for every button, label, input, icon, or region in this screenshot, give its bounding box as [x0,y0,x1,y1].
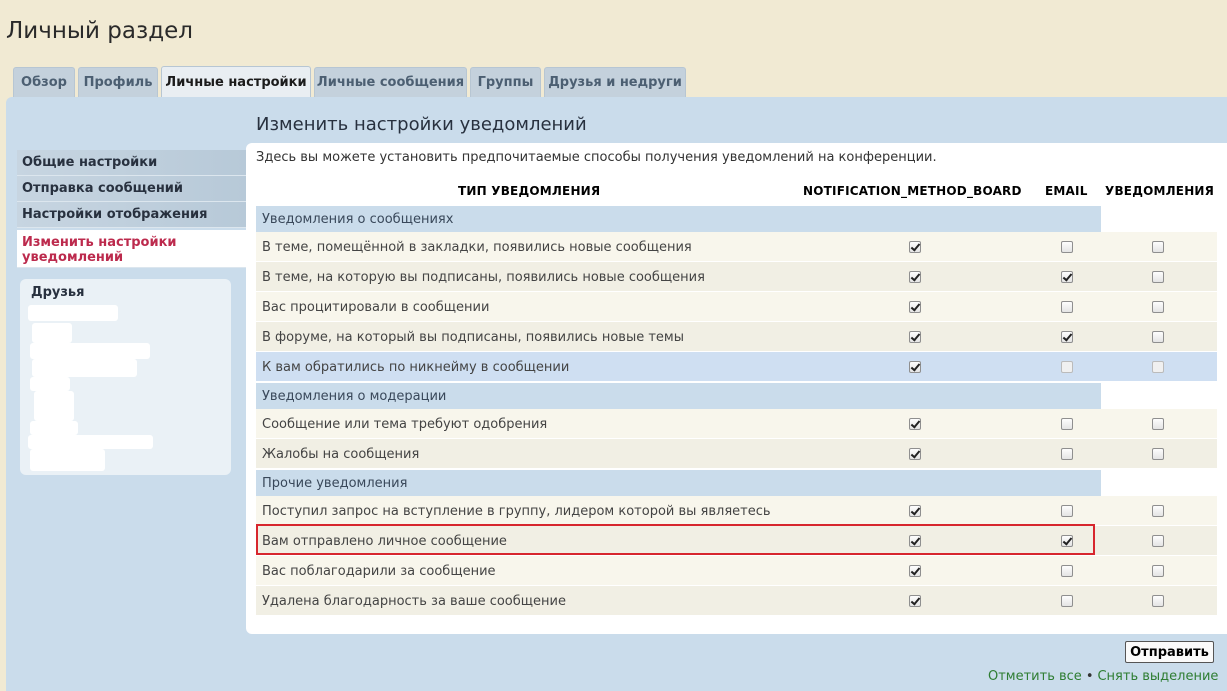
table-row: Поступил запрос на вступление в группу, … [256,496,1217,526]
tab-friends-foes[interactable]: Друзья и недруги [544,67,686,97]
table-row: К вам обратились по никнейму в сообщении [256,352,1217,382]
redacted-friend [32,323,72,343]
board-checkbox[interactable] [909,271,921,283]
board-checkbox[interactable] [909,448,921,460]
email-checkbox[interactable] [1061,448,1073,460]
redacted-friend [30,377,70,391]
board-checkbox[interactable] [909,361,921,373]
table-row: Жалобы на сообщения [256,439,1217,469]
board-checkbox[interactable] [909,565,921,577]
email-checkbox[interactable] [1061,301,1073,313]
redacted-friend [30,449,105,471]
group-header-spacer [1101,470,1217,496]
notify-checkbox[interactable] [1152,271,1164,283]
group-header: Уведомления о модерации [256,383,1101,409]
redacted-friend [28,305,118,321]
board-checkbox[interactable] [909,301,921,313]
notify-checkbox[interactable] [1152,595,1164,607]
header-board: NOTIFICATION_METHOD_BOARD [803,184,1022,198]
redacted-friend [30,343,150,359]
table-row: В форуме, на который вы подписаны, появи… [256,322,1217,352]
intro-text: Здесь вы можете установить предпочитаемы… [256,150,937,165]
tab-groups[interactable]: Группы [470,67,541,97]
board-checkbox[interactable] [909,505,921,517]
row-label: Вас поблагодарили за сообщение [262,563,496,579]
sidebar-item-notifications[interactable]: Изменить настройки уведомлений [17,230,246,268]
email-checkbox[interactable] [1061,271,1073,283]
board-checkbox[interactable] [909,595,921,607]
notify-checkbox[interactable] [1152,301,1164,313]
friends-title: Друзья [31,285,85,300]
header-notify: УВЕДОМЛЕНИЯ [1105,184,1215,198]
group-header: Прочие уведомления [256,470,1101,496]
table-row: Вам отправлено личное сообщение [256,526,1217,556]
group-header-spacer [1101,206,1217,232]
table-row: Вас поблагодарили за сообщение [256,556,1217,586]
email-checkbox[interactable] [1061,241,1073,253]
board-checkbox[interactable] [909,331,921,343]
tab-private-messages[interactable]: Личные сообщения [314,67,467,97]
row-label: Удалена благодарность за ваше сообщение [262,593,566,609]
row-label: К вам обратились по никнейму в сообщении [262,359,570,375]
group-header: Уведомления о сообщениях [256,206,1101,232]
table-row: Вас процитировали в сообщении [256,292,1217,322]
redacted-friend [32,359,137,377]
row-label: Вам отправлено личное сообщение [262,533,507,549]
submit-button[interactable]: Отправить [1125,641,1214,663]
row-label: Сообщение или тема требуют одобрения [262,416,548,432]
page-title: Личный раздел [6,18,193,44]
row-label: В теме, на которую вы подписаны, появили… [262,269,705,285]
row-label: Жалобы на сообщения [262,446,420,462]
section-title: Изменить настройки уведомлений [256,114,587,135]
friends-box: Друзья [20,279,231,475]
notify-checkbox[interactable] [1152,448,1164,460]
board-checkbox[interactable] [909,535,921,547]
row-label: В теме, помещённой в закладки, появились… [262,239,692,255]
notify-checkbox[interactable] [1152,565,1164,577]
email-checkbox[interactable] [1061,595,1073,607]
sidebar-item-display[interactable]: Настройки отображения [17,202,246,228]
table-row: Сообщение или тема требуют одобрения [256,409,1217,439]
table-row: В теме, помещённой в закладки, появились… [256,232,1217,262]
email-checkbox[interactable] [1061,565,1073,577]
sidebar-item-general[interactable]: Общие настройки [17,150,246,176]
email-checkbox[interactable] [1061,361,1073,373]
notify-checkbox[interactable] [1152,418,1164,430]
board-checkbox[interactable] [909,241,921,253]
notify-checkbox[interactable] [1152,505,1164,517]
redacted-friend [34,391,74,421]
sidebar-item-posting[interactable]: Отправка сообщений [17,176,246,202]
email-checkbox[interactable] [1061,505,1073,517]
table-row: В теме, на которую вы подписаны, появили… [256,262,1217,292]
group-header-spacer [1101,383,1217,409]
footer-separator: • [1085,669,1094,684]
email-checkbox[interactable] [1061,331,1073,343]
table-row: Удалена благодарность за ваше сообщение [256,586,1217,616]
tab-profile[interactable]: Профиль [78,67,158,97]
board-checkbox[interactable] [909,418,921,430]
tab-personal-settings[interactable]: Личные настройки [161,66,311,98]
notify-checkbox[interactable] [1152,535,1164,547]
tab-overview[interactable]: Обзор [13,67,75,97]
row-label: В форуме, на который вы подписаны, появи… [262,329,684,345]
footer-links: Отметить все • Снять выделение [988,669,1218,684]
redacted-friend [30,421,78,435]
notify-checkbox[interactable] [1152,361,1164,373]
mark-all-link[interactable]: Отметить все [988,669,1082,684]
email-checkbox[interactable] [1061,535,1073,547]
unmark-all-link[interactable]: Снять выделение [1097,669,1218,684]
email-checkbox[interactable] [1061,418,1073,430]
notify-checkbox[interactable] [1152,331,1164,343]
row-label: Вас процитировали в сообщении [262,299,490,315]
header-email: EMAIL [1045,184,1088,198]
redacted-friend [28,435,153,449]
notify-checkbox[interactable] [1152,241,1164,253]
header-type: ТИП УВЕДОМЛЕНИЯ [458,184,601,198]
row-label: Поступил запрос на вступление в группу, … [262,503,771,519]
